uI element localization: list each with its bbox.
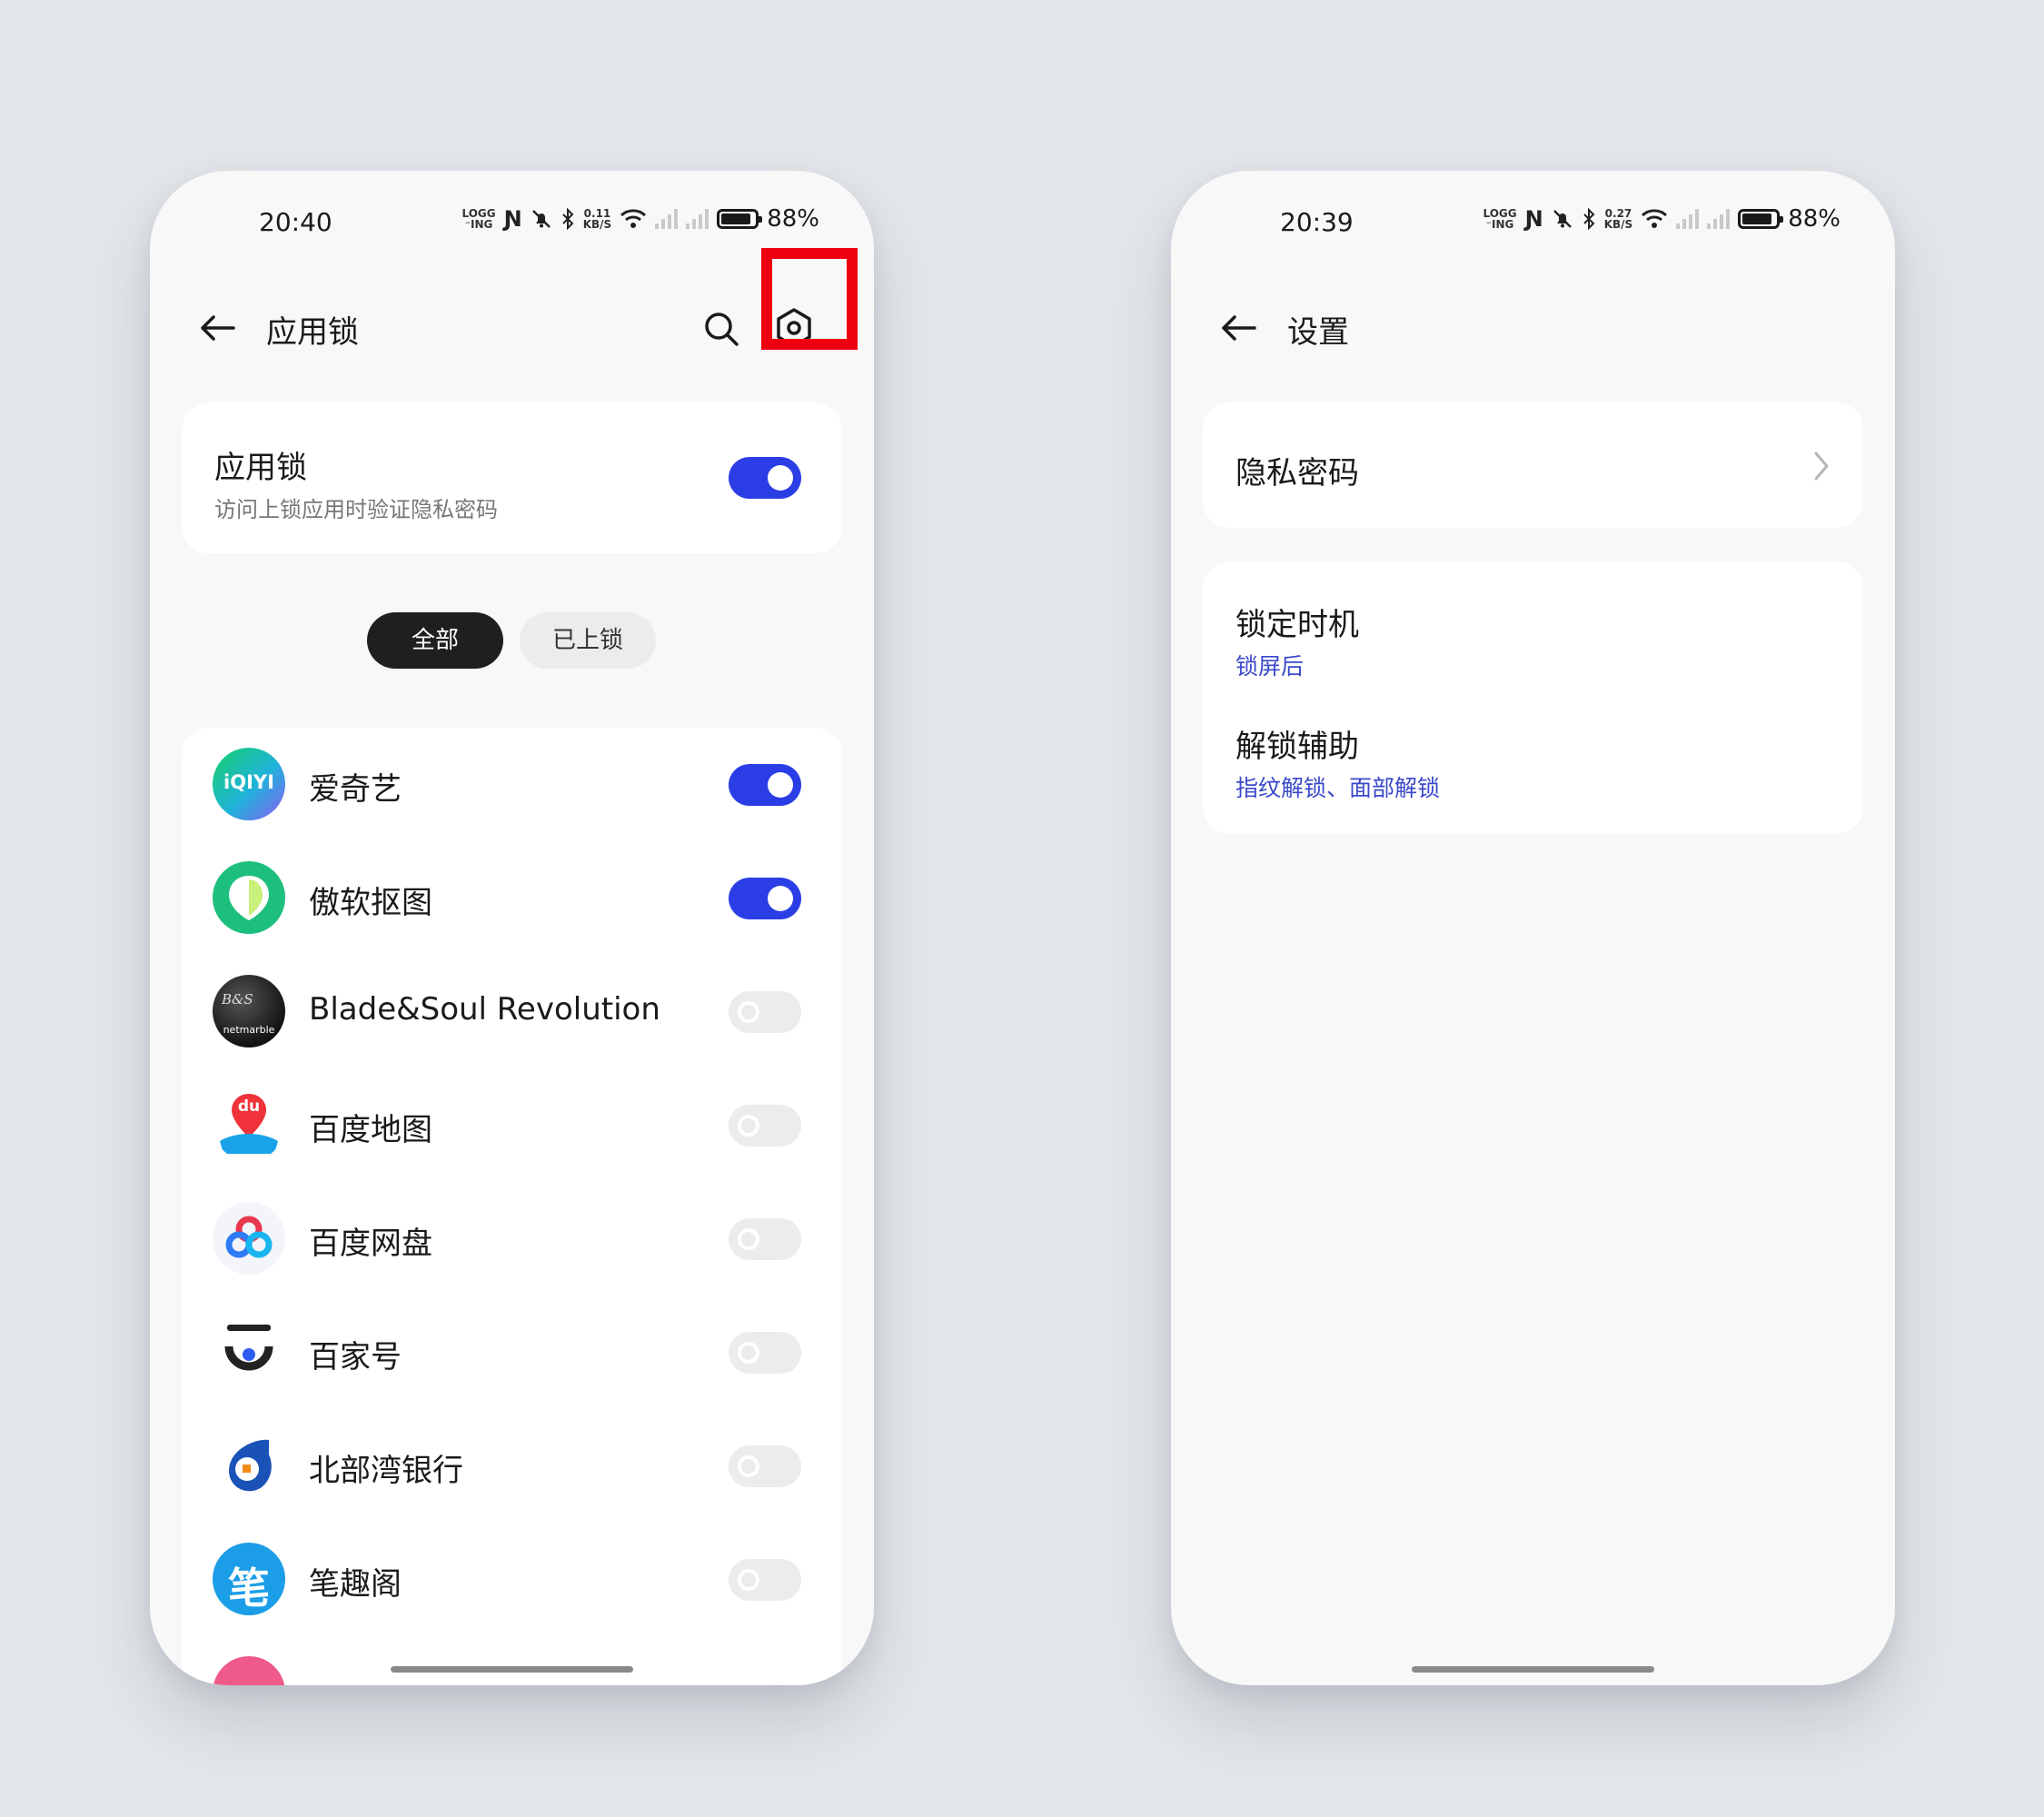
lock-toggle-blade-soul[interactable] <box>729 991 801 1033</box>
lock-toggle-beibuwan-bank[interactable] <box>729 1445 801 1487</box>
app-list-card: iQIYI 爱奇艺 傲软抠图 B&S netmarble Blade&Soul … <box>182 728 842 1685</box>
status-icons: LOGG ⁻ING Ɲ 0.11 KB/S 88% <box>462 205 820 233</box>
unlock-assist-item[interactable]: 解锁辅助 指纹解锁、面部解锁 <box>1203 684 1863 811</box>
status-icons: LOGG ⁻ING Ɲ 0.27 KB/S 88% <box>1483 205 1841 233</box>
lock-options-card: 锁定时机 锁屏后 解锁辅助 指纹解锁、面部解锁 <box>1203 561 1863 834</box>
battery-percent: 88% <box>1788 205 1841 233</box>
signal-sim2-icon <box>686 209 709 229</box>
partial-app-icon <box>213 1656 285 1685</box>
unlock-assist-value: 指纹解锁、面部解锁 <box>1235 775 1441 801</box>
filter-all-chip[interactable]: 全部 <box>367 612 503 669</box>
app-lock-screen: 20:40 LOGG ⁻ING Ɲ 0.11 KB/S 88% 应用锁 应用锁 访问… <box>150 171 874 1685</box>
baijiahao-icon <box>213 1316 285 1388</box>
lock-toggle-baijiahao[interactable] <box>729 1332 801 1374</box>
chevron-right-icon <box>1814 452 1829 481</box>
app-name: 傲软抠图 <box>309 885 432 921</box>
app-row-iqiyi[interactable]: iQIYI 爱奇艺 <box>182 728 842 841</box>
status-bar: 20:39 LOGG ⁻ING Ɲ 0.27 KB/S 88% <box>1171 198 1895 243</box>
page-title: 设置 <box>1287 314 1349 351</box>
battery-icon <box>1738 209 1784 229</box>
volte-icon: LOGG ⁻ING <box>1483 207 1517 231</box>
mute-bell-icon <box>531 210 551 228</box>
app-row-aoruan-koutu[interactable]: 傲软抠图 <box>182 841 842 955</box>
volte-icon: LOGG ⁻ING <box>461 207 496 231</box>
iqiyi-icon: iQIYI <box>213 748 285 820</box>
network-speed: 0.27 KB/S <box>1603 207 1633 231</box>
back-arrow-icon[interactable] <box>193 303 243 352</box>
app-row-baidu-map[interactable]: du 百度地图 <box>182 1068 842 1182</box>
app-name: 笔趣阁 <box>309 1566 402 1603</box>
aoruan-koutu-icon <box>213 861 285 934</box>
app-row-biquge[interactable]: 笔 笔趣阁 <box>182 1523 842 1636</box>
filter-locked-chip[interactable]: 已上锁 <box>520 612 656 669</box>
app-row-beibuwan-bank[interactable]: 北部湾银行 <box>182 1409 842 1523</box>
lock-toggle-baidu-netdisk[interactable] <box>729 1218 801 1260</box>
battery-percent: 88% <box>767 205 819 233</box>
beibuwan-bank-icon <box>213 1429 285 1502</box>
battery-icon <box>717 209 763 229</box>
privacy-password-item[interactable]: 隐私密码 <box>1203 402 1863 528</box>
app-name: 北部湾银行 <box>309 1453 463 1489</box>
app-name: 百度网盘 <box>309 1226 432 1262</box>
settings-highlight-box <box>761 248 858 350</box>
wifi-icon <box>620 209 647 228</box>
lock-toggle-baidu-map[interactable] <box>729 1105 801 1147</box>
status-bar: 20:40 LOGG ⁻ING Ɲ 0.11 KB/S 88% <box>150 198 874 243</box>
home-indicator[interactable] <box>1412 1666 1654 1673</box>
nfc-icon: Ɲ <box>1524 206 1543 232</box>
home-indicator[interactable] <box>391 1666 633 1673</box>
status-time: 20:39 <box>1280 207 1354 237</box>
app-name: Blade&Soul Revolution <box>309 991 660 1028</box>
lock-toggle-aoruan-koutu[interactable] <box>729 878 801 919</box>
status-time: 20:40 <box>259 207 332 237</box>
app-bar: 设置 <box>1171 285 1895 367</box>
app-name: 爱奇艺 <box>309 771 402 808</box>
lock-timing-value: 锁屏后 <box>1235 653 1305 680</box>
lock-timing-title: 锁定时机 <box>1235 607 1359 643</box>
lock-toggle-biquge[interactable] <box>729 1559 801 1601</box>
app-name: 百家号 <box>309 1339 402 1375</box>
signal-sim1-icon <box>655 209 679 229</box>
back-arrow-icon[interactable] <box>1215 303 1264 352</box>
lock-toggle-iqiyi[interactable] <box>729 764 801 806</box>
baidu-netdisk-icon <box>213 1202 285 1275</box>
mute-bell-icon <box>1553 210 1572 228</box>
app-row-baidu-netdisk[interactable]: 百度网盘 <box>182 1182 842 1296</box>
nfc-icon: Ɲ <box>503 206 522 232</box>
blade-soul-icon: B&S netmarble <box>213 975 285 1048</box>
app-row-blade-soul[interactable]: B&S netmarble Blade&Soul Revolution <box>182 955 842 1068</box>
unlock-assist-title: 解锁辅助 <box>1235 729 1359 765</box>
app-name: 百度地图 <box>309 1112 432 1148</box>
network-speed: 0.11 KB/S <box>582 207 612 231</box>
privacy-password-title: 隐私密码 <box>1235 455 1359 491</box>
master-title: 应用锁 <box>214 450 307 486</box>
lock-timing-item[interactable]: 锁定时机 锁屏后 <box>1203 561 1863 684</box>
page-title: 应用锁 <box>266 314 359 351</box>
signal-sim2-icon <box>1707 209 1731 229</box>
app-lock-master-toggle[interactable] <box>729 457 801 499</box>
bluetooth-icon <box>562 208 574 230</box>
bluetooth-icon <box>1583 208 1595 230</box>
biquge-icon: 笔 <box>213 1543 285 1615</box>
master-subtitle: 访问上锁应用时验证隐私密码 <box>214 497 498 522</box>
wifi-icon <box>1642 209 1668 228</box>
app-lock-settings-screen: 20:39 LOGG ⁻ING Ɲ 0.27 KB/S 88% 设置 隐私密码 锁定… <box>1171 171 1895 1685</box>
app-lock-master-card: 应用锁 访问上锁应用时验证隐私密码 <box>182 402 842 553</box>
baidu-map-icon: du <box>213 1088 285 1161</box>
signal-sim1-icon <box>1676 209 1700 229</box>
search-icon[interactable] <box>701 309 741 349</box>
app-row-baijiahao[interactable]: 百家号 <box>182 1296 842 1409</box>
